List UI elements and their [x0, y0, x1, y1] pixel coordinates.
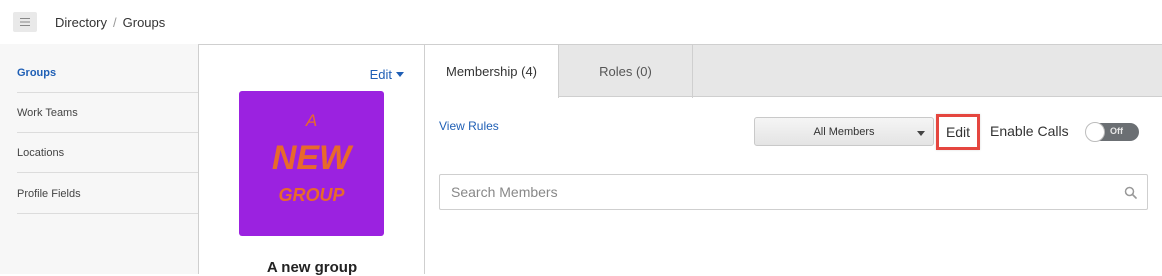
- group-image[interactable]: A NEW GROUP: [239, 91, 384, 236]
- tab-membership[interactable]: Membership (4): [425, 45, 559, 98]
- sidebar-item-label: Groups: [17, 66, 57, 79]
- menu-toggle-button[interactable]: [13, 12, 37, 32]
- group-image-line-1: A: [305, 111, 317, 130]
- breadcrumb-separator: /: [113, 15, 117, 30]
- breadcrumb: Directory / Groups: [55, 15, 165, 30]
- chevron-down-icon: [396, 72, 404, 77]
- edit-membership-button[interactable]: Edit: [936, 114, 980, 150]
- sidebar-item-work-teams[interactable]: Work Teams: [17, 93, 198, 133]
- search-input[interactable]: [440, 175, 1147, 209]
- member-filter-select[interactable]: All Members: [754, 117, 934, 146]
- member-filter-value: All Members: [813, 125, 875, 138]
- tab-bar: Membership (4) Roles (0): [425, 44, 1162, 98]
- sidebar-item-label: Profile Fields: [17, 187, 81, 200]
- hamburger-icon: [20, 18, 30, 26]
- top-bar: Directory / Groups: [0, 0, 1162, 44]
- group-profile-panel: Edit A NEW GROUP A new group: [198, 44, 424, 276]
- sidebar: Groups Work Teams Locations Profile Fiel…: [0, 44, 198, 274]
- breadcrumb-groups: Groups: [122, 15, 166, 30]
- sidebar-item-label: Locations: [17, 146, 65, 159]
- enable-calls-label: Enable Calls: [990, 123, 1069, 139]
- group-image-line-3: GROUP: [278, 185, 345, 205]
- group-name: A new group: [266, 259, 358, 276]
- main-content: Membership (4) Roles (0) View Rules All …: [424, 44, 1162, 274]
- toggle-knob: [1085, 122, 1105, 142]
- group-image-line-2: NEW: [272, 139, 354, 177]
- sidebar-item-label: Work Teams: [17, 106, 78, 119]
- caret-down-icon: [917, 131, 925, 136]
- toggle-state-label: Off: [1110, 126, 1123, 136]
- search-icon[interactable]: [1124, 186, 1137, 199]
- sidebar-item-groups[interactable]: Groups: [17, 53, 198, 93]
- search-members-field[interactable]: [439, 174, 1148, 210]
- edit-group-label: Edit: [369, 67, 392, 82]
- sidebar-item-locations[interactable]: Locations: [17, 133, 198, 173]
- edit-group-dropdown[interactable]: Edit: [370, 67, 404, 82]
- group-image-artwork: A NEW GROUP: [272, 111, 354, 205]
- enable-calls-toggle[interactable]: Off: [1085, 122, 1139, 142]
- sidebar-item-profile-fields[interactable]: Profile Fields: [17, 174, 198, 214]
- view-rules-link[interactable]: View Rules: [439, 119, 499, 133]
- tab-roles[interactable]: Roles (0): [559, 45, 693, 98]
- breadcrumb-directory[interactable]: Directory: [55, 15, 107, 30]
